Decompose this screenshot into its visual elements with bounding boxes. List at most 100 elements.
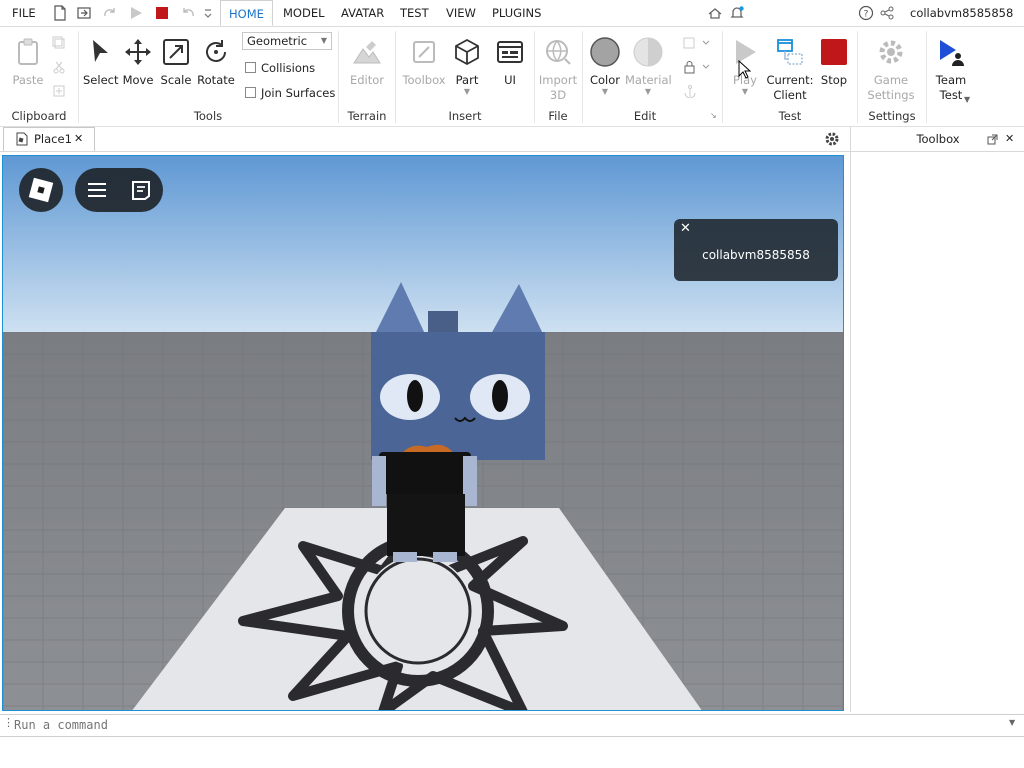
transform-mode-dropdown[interactable]: Geometric ▼ — [242, 32, 332, 50]
chevron-down-icon: ▼ — [644, 87, 652, 96]
close-notification-icon[interactable]: ✕ — [680, 221, 691, 236]
document-tab-place1[interactable]: Place1 ✕ — [3, 127, 95, 151]
edit-group-label: Edit — [633, 109, 657, 123]
close-tab-icon[interactable]: ✕ — [74, 128, 83, 150]
tab-view[interactable]: VIEW — [446, 0, 476, 26]
notification-text: collabvm8585858 — [702, 248, 810, 262]
terrain-mountain-icon — [353, 41, 381, 64]
file-group-label: File — [548, 109, 568, 123]
viewport-settings-gear-icon[interactable] — [824, 131, 840, 147]
ui-window-icon — [497, 41, 523, 63]
ribbon: Paste Clipboard Select Move Scale Rotate… — [0, 27, 1024, 127]
tab-plugins[interactable]: PLUGINS — [492, 0, 541, 26]
edit-expand-icon[interactable]: ↘ — [710, 111, 717, 120]
chevron-down-icon: ▼ — [601, 87, 609, 96]
toolbox-button[interactable]: Toolbox — [401, 37, 447, 88]
hamburger-menu-icon[interactable] — [85, 178, 109, 202]
chat-icon[interactable] — [129, 178, 153, 202]
part-button[interactable]: Part ▼ — [450, 37, 484, 96]
insert-group-label: Insert — [448, 109, 482, 123]
username[interactable]: collabvm8585858 — [910, 0, 1013, 26]
roblox-logo-icon — [28, 177, 54, 203]
stop-button[interactable]: Stop — [817, 37, 851, 88]
customize-quick-access-icon[interactable] — [203, 5, 213, 21]
toolbox-panel-header: Toolbox ✕ — [851, 127, 1024, 152]
terrain-group-label: Terrain — [347, 109, 387, 123]
chevron-down-icon: ▼ — [741, 87, 749, 96]
color-button[interactable]: Color ▼ — [588, 37, 622, 96]
scale-icon — [163, 39, 189, 65]
join-surfaces-checkbox[interactable]: Join Surfaces — [245, 86, 335, 100]
terrain-editor-button[interactable]: Editor — [345, 37, 389, 88]
chevron-down-icon: ▼ — [463, 87, 471, 96]
client-server-icon — [777, 39, 803, 65]
home-icon[interactable] — [707, 5, 723, 21]
import-globe-icon — [546, 40, 571, 65]
mouse-cursor-icon — [738, 60, 751, 79]
move-button[interactable]: Move — [121, 37, 155, 88]
import-3d-button[interactable]: Import 3D — [538, 37, 578, 103]
lock-icon[interactable] — [683, 60, 711, 74]
game-settings-button[interactable]: Game Settings — [864, 37, 918, 103]
material-sphere-icon — [633, 37, 663, 67]
share-icon[interactable] — [879, 5, 895, 21]
undo-icon[interactable] — [180, 5, 196, 21]
publish-icon[interactable] — [76, 5, 92, 21]
material-button[interactable]: Material ▼ — [625, 37, 672, 96]
place-file-icon — [16, 132, 28, 146]
menu-bar: FILE HOME MODEL AVATAR TEST VIEW PLUGINS… — [0, 0, 1024, 27]
rotate-icon — [206, 40, 226, 62]
anchor-icon[interactable] — [683, 84, 697, 98]
chevron-down-icon[interactable]: ▼ — [964, 95, 970, 104]
cut-icon[interactable] — [52, 60, 66, 74]
topbar-pill — [75, 168, 163, 212]
stop-quick-icon[interactable] — [154, 5, 170, 21]
tab-avatar[interactable]: AVATAR — [341, 0, 384, 26]
notifications-bell-icon[interactable] — [729, 5, 745, 21]
paste-button[interactable]: Paste — [9, 37, 47, 88]
close-panel-icon[interactable]: ✕ — [1005, 127, 1014, 151]
command-bar: ⋮ ▼ — [0, 714, 1024, 737]
help-icon[interactable]: ? — [858, 5, 874, 21]
paste-icon — [18, 38, 38, 65]
toolbox-panel: Toolbox ✕ — [850, 127, 1024, 712]
collisions-checkbox[interactable]: Collisions — [245, 61, 315, 75]
tools-group-label: Tools — [193, 109, 223, 123]
new-file-icon[interactable] — [52, 5, 68, 21]
scale-button[interactable]: Scale — [159, 37, 193, 88]
test-group-label: Test — [778, 109, 802, 123]
chevron-down-icon: ▼ — [320, 36, 327, 45]
chevron-down-icon[interactable]: ▼ — [1009, 718, 1015, 727]
gear-icon — [879, 40, 903, 64]
play-quick-icon[interactable] — [128, 5, 144, 21]
team-test-icon — [940, 40, 964, 66]
toolbox-icon — [413, 41, 435, 63]
rotate-button[interactable]: Rotate — [197, 37, 235, 88]
part-cube-icon — [455, 38, 479, 66]
player-join-notification: ✕ collabvm8585858 — [674, 219, 838, 281]
team-test-button[interactable]: Team Test — [930, 37, 972, 103]
stop-icon — [821, 39, 847, 65]
file-menu[interactable]: FILE — [12, 0, 36, 26]
player-avatar — [372, 444, 477, 562]
color-swatch-icon — [590, 37, 620, 67]
tab-home[interactable]: HOME — [220, 0, 273, 26]
clipboard-group-label: Clipboard — [11, 109, 67, 123]
ui-button[interactable]: UI — [493, 37, 527, 88]
svg-text:?: ? — [864, 10, 869, 20]
roblox-menu-button[interactable] — [19, 168, 63, 212]
move-arrows-icon — [125, 39, 151, 65]
group-icon[interactable] — [683, 36, 711, 50]
toolbox-panel-title: Toolbox — [916, 132, 960, 146]
copy-icon[interactable] — [52, 36, 66, 50]
tab-test[interactable]: TEST — [400, 0, 429, 26]
command-input[interactable] — [12, 716, 1006, 734]
undock-icon[interactable] — [987, 134, 998, 145]
3d-viewport[interactable]: ✕ collabvm8585858 — [2, 155, 844, 711]
select-cursor-icon — [93, 40, 108, 62]
select-button[interactable]: Select — [83, 37, 118, 88]
redo-icon[interactable] — [102, 5, 118, 21]
tab-model[interactable]: MODEL — [283, 0, 325, 26]
current-client-button[interactable]: Current: Client — [766, 37, 814, 103]
duplicate-icon[interactable] — [52, 84, 66, 98]
